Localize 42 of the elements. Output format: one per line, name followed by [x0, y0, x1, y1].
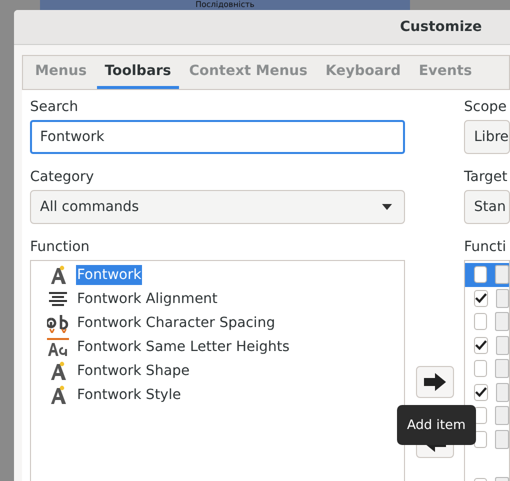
checkbox[interactable] — [474, 290, 488, 307]
command-icon — [496, 382, 509, 402]
list-label: Functi — [464, 238, 508, 256]
window-title: Customize — [400, 19, 482, 35]
list-item[interactable]: Fontwork Same Letter Heights — [76, 337, 291, 357]
list-item[interactable]: Fontwork Shape — [76, 361, 191, 381]
list-label: Function — [30, 238, 91, 256]
category-dropdown[interactable]: All commands — [30, 190, 405, 224]
list-item[interactable]: Fontwork Alignment — [76, 289, 219, 309]
list-item[interactable]: Fontwork Style — [76, 385, 182, 405]
list-item[interactable]: Fontwork — [76, 265, 142, 285]
command-icon — [495, 312, 509, 332]
letter-spacing-icon — [47, 313, 69, 333]
scope-dropdown[interactable]: Libre — [464, 120, 510, 154]
field-label: Search — [30, 98, 80, 116]
letter-heights-icon — [47, 337, 69, 357]
arrow-right-icon — [424, 373, 446, 391]
command-icon — [496, 336, 509, 355]
search-field[interactable]: Fontwork — [30, 120, 405, 154]
command-icon — [495, 430, 509, 449]
add-button[interactable] — [416, 366, 454, 398]
checkbox[interactable] — [474, 313, 488, 330]
align-lines-icon — [48, 292, 68, 306]
command-icon — [496, 288, 509, 308]
command-icon — [495, 265, 509, 284]
list-item[interactable]: Fontwork Character Spacing — [76, 313, 276, 333]
field-label: Scope — [464, 98, 508, 116]
target-dropdown[interactable]: Stan — [464, 190, 510, 224]
caret-icon — [382, 204, 392, 210]
letter-a-icon — [49, 385, 67, 405]
field-label: Category — [30, 168, 95, 186]
command-icon — [495, 406, 509, 426]
checkbox[interactable] — [474, 266, 488, 284]
checkbox[interactable] — [474, 384, 488, 401]
checkbox[interactable] — [474, 360, 488, 378]
background-window-title: Послідовність — [195, 0, 254, 10]
checkbox[interactable] — [474, 336, 488, 354]
field-label: Target — [464, 168, 508, 186]
command-icon — [495, 359, 509, 378]
letter-a-icon — [49, 265, 67, 285]
letter-a-icon — [49, 361, 67, 381]
tooltip-text: Add item — [407, 418, 466, 433]
